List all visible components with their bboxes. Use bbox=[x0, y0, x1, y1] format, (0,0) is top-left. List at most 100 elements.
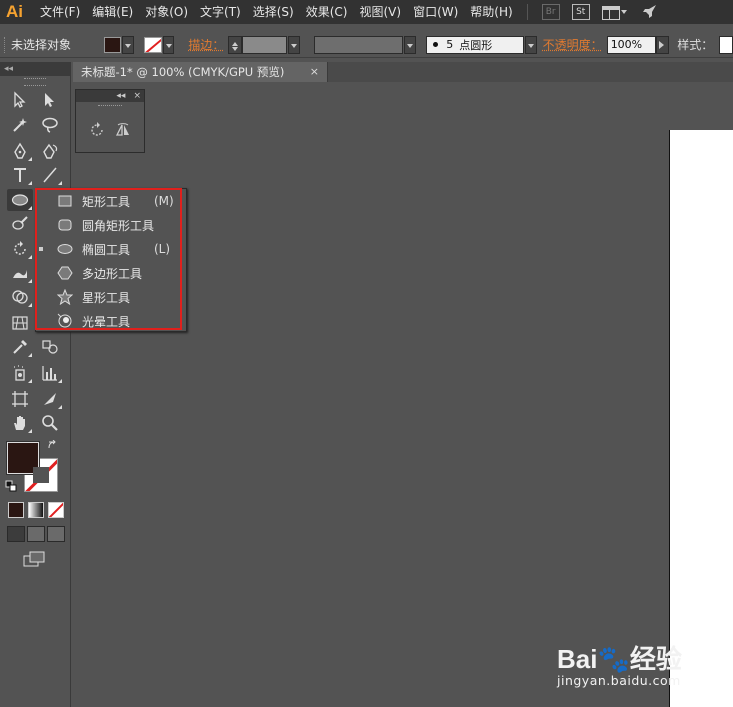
default-fill-stroke-icon[interactable] bbox=[5, 480, 17, 492]
rotate-icon[interactable] bbox=[88, 121, 106, 139]
toolbox-grip[interactable] bbox=[24, 78, 46, 86]
control-bar: 未选择对象 描边： 5 点圆形 不透明度： 100% 样式： bbox=[0, 32, 733, 58]
opacity-popup-button[interactable] bbox=[655, 35, 670, 54]
pen-icon bbox=[14, 142, 26, 159]
artboard-tool[interactable] bbox=[7, 388, 33, 410]
opacity-label[interactable]: 不透明度： bbox=[543, 36, 603, 53]
draw-behind-button[interactable] bbox=[27, 526, 45, 542]
panel-grip[interactable] bbox=[98, 105, 122, 110]
menu-effect[interactable]: 效果(C) bbox=[300, 0, 354, 24]
flyout-item-ellipse-tool[interactable]: 椭圆工具 (L) bbox=[36, 237, 186, 261]
flyout-indicator bbox=[28, 353, 32, 357]
symbol-sprayer-icon bbox=[14, 365, 25, 381]
variable-width-profile[interactable] bbox=[313, 35, 404, 54]
flyout-item-flare-tool[interactable]: 光晕工具 bbox=[36, 309, 186, 333]
panel-collapse-icon[interactable]: ◂◂ bbox=[116, 91, 125, 101]
opacity-field[interactable]: 100% bbox=[606, 35, 656, 54]
symbol-sprayer-tool[interactable] bbox=[7, 362, 33, 384]
stroke-weight-stepper[interactable] bbox=[228, 35, 243, 54]
stroke-swatch[interactable] bbox=[143, 36, 162, 53]
column-graph-tool[interactable] bbox=[37, 362, 63, 384]
menu-select[interactable]: 选择(S) bbox=[247, 0, 300, 24]
profile-dropdown[interactable] bbox=[404, 35, 417, 54]
active-marker bbox=[36, 247, 46, 251]
draw-normal-button[interactable] bbox=[7, 526, 25, 542]
hand-tool[interactable] bbox=[7, 412, 33, 434]
eyedropper-icon bbox=[13, 340, 27, 354]
pen-tool[interactable] bbox=[7, 140, 33, 162]
tab-strip bbox=[328, 62, 733, 82]
shape-tools-flyout: 矩形工具 (M) 圆角矩形工具 椭圆工具 (L) 多边形工具 星形工具 光晕工具 bbox=[35, 188, 187, 332]
collapse-icon[interactable]: ◂◂ bbox=[4, 64, 13, 74]
artboard-icon bbox=[12, 391, 28, 407]
perspective-grid-tool[interactable] bbox=[7, 312, 33, 334]
bridge-icon[interactable]: Br bbox=[541, 4, 560, 20]
menu-object[interactable]: 对象(O) bbox=[139, 0, 194, 24]
draw-inside-button[interactable] bbox=[47, 526, 65, 542]
swap-fill-stroke-icon[interactable] bbox=[47, 440, 59, 452]
flyout-item-rectangle-tool[interactable]: 矩形工具 (M) bbox=[36, 189, 186, 213]
ellipse-icon bbox=[57, 244, 73, 254]
brush-dot-icon bbox=[433, 42, 439, 47]
gradient-mode-button[interactable] bbox=[28, 502, 44, 518]
brush-dropdown[interactable] bbox=[524, 35, 537, 54]
close-document-icon[interactable]: × bbox=[310, 62, 319, 82]
none-mode-button[interactable] bbox=[48, 502, 64, 518]
magic-wand-tool[interactable] bbox=[7, 114, 33, 136]
lasso-icon bbox=[42, 117, 58, 133]
stock-icon[interactable]: St bbox=[571, 4, 590, 20]
flyout-item-label: 椭圆工具 bbox=[82, 242, 131, 257]
screen-mode-icon[interactable] bbox=[22, 550, 46, 568]
type-tool[interactable] bbox=[7, 164, 33, 186]
rotate-tool[interactable] bbox=[7, 238, 33, 260]
canvas-area[interactable] bbox=[73, 82, 733, 707]
curvature-tool[interactable] bbox=[37, 140, 63, 162]
direct-selection-tool[interactable] bbox=[37, 89, 63, 111]
app-logo: Ai bbox=[6, 2, 23, 21]
ellipse-tool[interactable] bbox=[7, 189, 33, 211]
flyout-indicator bbox=[58, 181, 62, 185]
reflect-icon[interactable] bbox=[114, 121, 132, 139]
zoom-tool[interactable] bbox=[37, 412, 63, 434]
panel-close-icon[interactable]: × bbox=[133, 91, 141, 101]
menu-type[interactable]: 文字(T) bbox=[194, 0, 247, 24]
stroke-weight-dropdown[interactable] bbox=[287, 35, 300, 54]
control-bar-grip[interactable] bbox=[4, 36, 7, 53]
blend-tool[interactable] bbox=[37, 336, 63, 358]
rocket-icon[interactable] bbox=[640, 3, 658, 21]
brush-definition[interactable]: 5 点圆形 bbox=[426, 35, 524, 54]
stroke-dropdown[interactable] bbox=[162, 35, 175, 54]
lasso-tool[interactable] bbox=[37, 114, 63, 136]
stroke-weight-field[interactable] bbox=[242, 35, 287, 54]
hand-icon bbox=[14, 416, 25, 430]
brush-size: 5 bbox=[446, 38, 454, 51]
menu-window[interactable]: 窗口(W) bbox=[407, 0, 464, 24]
toolbox-header[interactable]: ◂◂ bbox=[0, 62, 70, 76]
flyout-item-polygon-tool[interactable]: 多边形工具 bbox=[36, 261, 186, 285]
flyout-indicator bbox=[28, 279, 32, 283]
selection-tool[interactable] bbox=[7, 89, 33, 111]
style-swatch[interactable] bbox=[719, 35, 733, 54]
document-tab[interactable]: 未标题-1* @ 100% (CMYK/GPU 预览) × bbox=[73, 62, 328, 82]
shape-builder-tool[interactable] bbox=[7, 286, 33, 308]
artboard[interactable] bbox=[669, 130, 733, 707]
stroke-label[interactable]: 描边： bbox=[188, 36, 224, 53]
floating-panel-header[interactable]: ◂◂ × bbox=[76, 90, 144, 102]
fill-dropdown[interactable] bbox=[122, 35, 134, 54]
star-icon bbox=[57, 289, 73, 305]
line-segment-tool[interactable] bbox=[37, 164, 63, 186]
menu-view[interactable]: 视图(V) bbox=[353, 0, 407, 24]
color-mode-button[interactable] bbox=[8, 502, 24, 518]
flyout-item-star-tool[interactable]: 星形工具 bbox=[36, 285, 186, 309]
menu-edit[interactable]: 编辑(E) bbox=[86, 0, 139, 24]
workspace-switcher-icon[interactable] bbox=[601, 4, 628, 20]
menu-help[interactable]: 帮助(H) bbox=[464, 0, 518, 24]
fill-swatch[interactable] bbox=[103, 36, 122, 53]
eyedropper-tool[interactable] bbox=[7, 336, 33, 358]
slice-tool[interactable] bbox=[37, 388, 63, 410]
warp-tool[interactable] bbox=[7, 262, 33, 284]
flyout-item-rounded-rectangle-tool[interactable]: 圆角矩形工具 bbox=[36, 213, 186, 237]
paintbrush-tool[interactable] bbox=[7, 213, 33, 235]
menu-file[interactable]: 文件(F) bbox=[34, 0, 86, 24]
magic-wand-icon bbox=[13, 118, 27, 132]
